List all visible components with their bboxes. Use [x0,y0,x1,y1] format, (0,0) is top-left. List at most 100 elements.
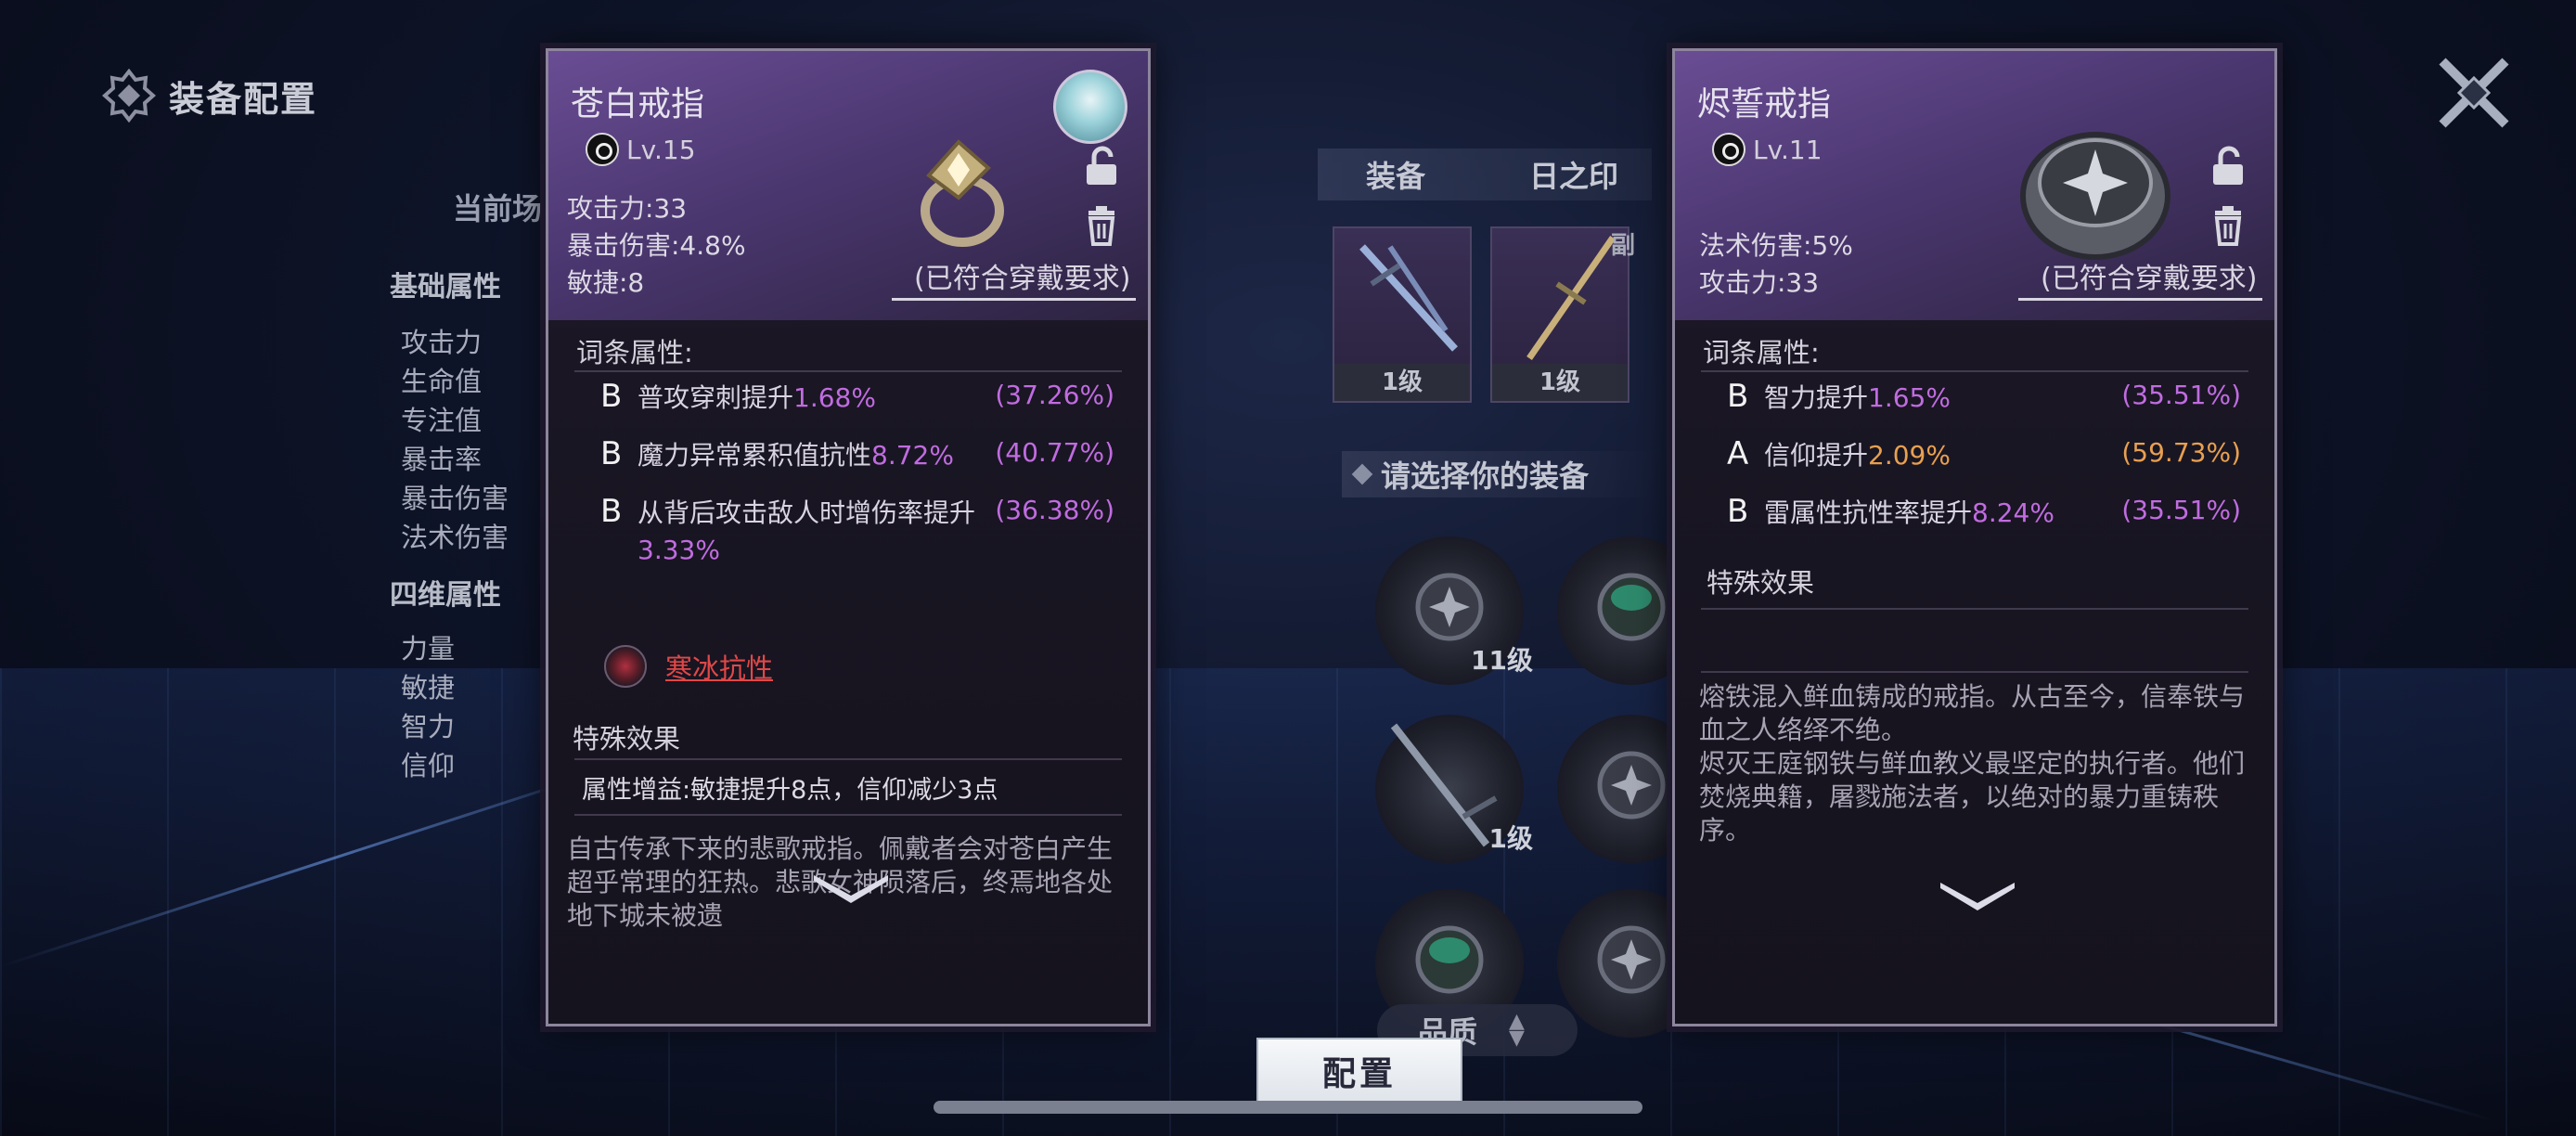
item-name: 苍白戒指 [571,85,705,123]
tab-equipment[interactable]: 装备 [1366,153,1425,196]
unlock-icon[interactable] [1079,144,1124,188]
tab-sun-seal[interactable]: 日之印 [1529,153,1618,196]
divider [574,370,1122,372]
equipped-slot-sub-weapon[interactable]: 1级 [1490,226,1629,403]
inventory-item[interactable]: 11级 [1375,536,1533,685]
special-effect-label: 特殊效果 [1707,567,1815,599]
ring-level-icon [586,133,619,166]
affix-row: B 从背后攻击敌人时增伤率提升 3.33% (36.38%) [600,493,1114,582]
item-level: Lv.15 [626,134,696,165]
affix-value: 1.65% [1868,382,1951,413]
stat-label: 信仰 [401,750,456,781]
current-scene-label: 当前场 [453,191,543,226]
item-level: 11级 [1471,645,1533,676]
divider [1701,671,2248,673]
affix-percentile: (35.51%) [2121,380,2241,410]
ring-level-icon [1712,133,1745,166]
section-four-attributes: 四维属性 [390,579,501,612]
affix-percentile: (59.73%) [2121,437,2241,468]
divider [1701,608,2248,610]
inventory-item[interactable]: 1级 [1375,715,1533,863]
slot-level: 1级 [1334,364,1470,401]
resist-link-row[interactable]: 寒冰抗性 [604,645,773,688]
affix-percentile: (35.51%) [2121,495,2241,525]
screen-header: 装备配置 [102,69,317,123]
base-stat: 攻击力:33 [567,193,688,224]
special-effect-label: 特殊效果 [573,723,681,755]
stat-label: 敏捷 [401,672,456,704]
stat-label: 暴击伤害 [401,483,509,514]
divider [1701,370,2248,372]
section-basic-attributes: 基础属性 [390,271,501,303]
home-indicator [934,1101,1642,1114]
trash-icon[interactable] [2206,203,2250,248]
stat-label: 力量 [401,633,456,665]
stat-label: 生命值 [401,366,483,397]
config-button-label: 配置 [1321,1055,1397,1093]
equipped-slot-weapon[interactable]: 1级 [1333,226,1472,403]
item-detail-card-left: 苍白戒指 Lv.15 攻击力:33 暴击伤害:4.8% 敏捷:8 (已符合穿戴要… [546,48,1151,1026]
choose-equipment-label: 请选择你的装备 [1381,458,1590,494]
equipment-config-icon [102,69,156,123]
affix-section-label: 词条属性: [576,337,693,368]
wear-requirement-status: (已符合穿戴要求) [2018,255,2263,301]
stat-label: 攻击力 [401,327,483,358]
diamond-icon [1351,463,1373,485]
affix-row: B 智力提升1.65% (35.51%) [1727,378,2241,430]
chevron-down-icon[interactable] [1940,875,2015,912]
affix-text: 从背后攻击敌人时增伤率提升 [638,497,976,528]
item-detail-card-right: 烬誓戒指 Lv.11 法术伤害:5% 攻击力:33 (已符合穿戴要求) 词条属性… [1672,48,2277,1026]
affix-text: 雷属性抗性率提升 [1764,497,1973,528]
affix-grade: B [1727,493,1749,530]
trash-icon[interactable] [1079,203,1124,248]
affix-row: B 雷属性抗性率提升8.24% (35.51%) [1727,493,2241,545]
wear-requirement-status: (已符合穿戴要求) [892,255,1137,301]
ice-resist-link[interactable]: 寒冰抗性 [665,647,773,686]
slot-level: 1级 [1492,364,1628,401]
base-stat: 法术伤害:5% [1699,230,1853,261]
divider [574,814,1122,816]
sort-arrows-icon: ▲ ▼ [1509,1010,1525,1050]
config-button[interactable]: 配置 [1256,1038,1462,1104]
affix-text: 智力提升 [1764,382,1869,413]
ice-resist-icon [604,645,647,688]
item-level-row: Lv.11 [1712,133,1823,166]
affix-row: B 魔力异常累积值抗性8.72% (40.77%) [600,435,1114,487]
affix-grade: B [600,378,623,415]
item-level-row: Lv.15 [586,133,696,166]
stat-label: 智力 [401,711,456,742]
chevron-down-icon[interactable] [814,868,888,905]
affix-section-label: 词条属性: [1703,337,1820,368]
base-stat: 暴击伤害:4.8% [567,230,746,261]
affix-text: 魔力异常累积值抗性 [638,440,872,471]
choose-equipment-header: 请选择你的装备 [1342,451,1657,497]
affix-grade: A [1727,435,1749,472]
stat-label: 法术伤害 [401,522,509,553]
stat-label: 暴击率 [401,444,483,475]
affix-text: 普攻穿刺提升 [638,382,794,413]
unlock-icon[interactable] [2206,144,2250,188]
stat-label: 专注值 [401,405,483,436]
base-stat: 敏捷:8 [567,267,645,298]
page-title: 装备配置 [169,78,318,120]
item-level: Lv.11 [1753,134,1823,165]
close-icon[interactable] [2429,48,2518,137]
item-level: 1级 [1488,823,1533,854]
affix-value: 2.09% [1868,440,1951,471]
wearer-avatar [1053,70,1127,144]
base-stat: 攻击力:33 [1699,267,1820,298]
item-ring-image [921,139,1004,247]
item-name: 烬誓戒指 [1697,85,1832,123]
affix-percentile: (37.26%) [995,380,1114,410]
sword-icon [1359,244,1458,352]
item-lore: 熔铁混入鲜血铸成的戒指。从古至今，信奉铁与血之人络绎不绝。 烬灭王庭钢铁与鲜血教… [1699,681,2246,846]
affix-grade: B [600,493,623,530]
affix-row: B 普攻穿刺提升1.68% (37.26%) [600,378,1114,430]
affix-grade: B [1727,378,1749,415]
divider [574,758,1122,760]
affix-row: A 信仰提升2.09% (59.73%) [1727,435,2241,487]
affix-text: 信仰提升 [1764,440,1869,471]
item-ring-image [2020,132,2170,260]
affix-value: 8.24% [1972,497,2054,528]
affix-percentile: (40.77%) [995,437,1114,468]
